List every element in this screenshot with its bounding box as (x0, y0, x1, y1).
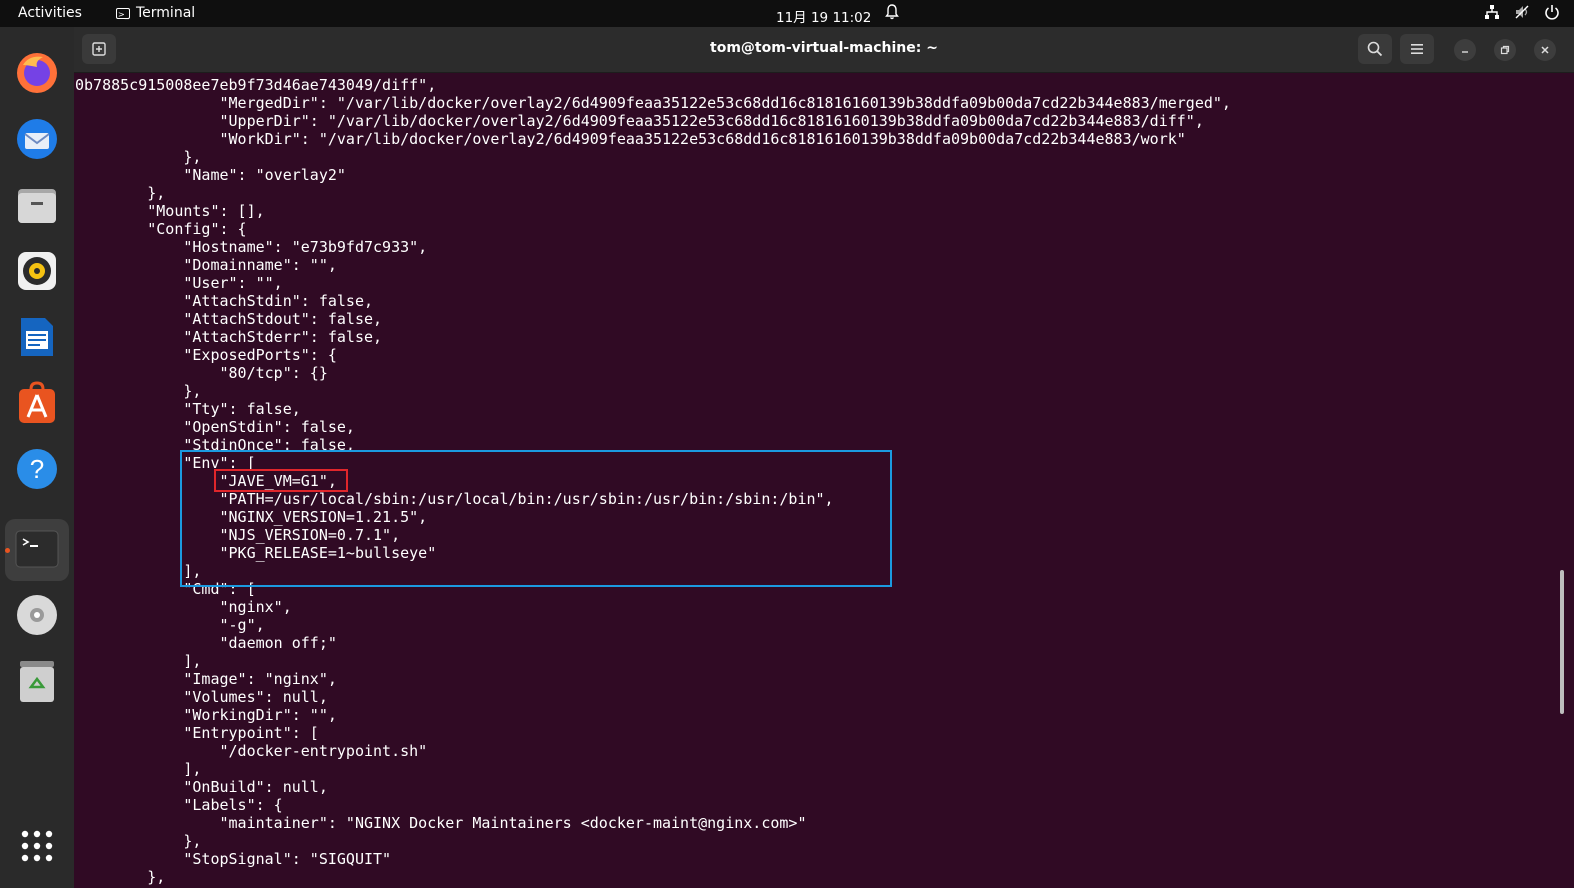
top-bar: Activities >_ Terminal 11月 19 11:02 (0, 0, 1574, 27)
software-icon[interactable] (15, 381, 59, 425)
terminal-line: ], (75, 760, 202, 778)
terminal-headerbar: tom@tom-virtual-machine: ~ (74, 27, 1574, 73)
app-menu-label: Terminal (136, 5, 196, 21)
restore-icon (1500, 45, 1510, 55)
terminal-line: "WorkingDir": "", (75, 706, 337, 724)
terminal-line: "Volumes": null, (75, 688, 328, 706)
close-icon (1541, 46, 1549, 54)
jave-vm-highlight-box (214, 469, 348, 492)
disc-icon[interactable] (15, 593, 59, 637)
window-title: tom@tom-virtual-machine: ~ (710, 40, 938, 56)
terminal-line: "daemon off;" (75, 634, 337, 652)
terminal-line: "OpenStdin": false, (75, 418, 355, 436)
terminal-line: 0b7885c915008ee7eb9f73d46ae743049/diff", (75, 76, 437, 94)
power-icon (1544, 4, 1560, 20)
terminal-line: "MergedDir": "/var/lib/docker/overlay2/6… (75, 94, 1231, 112)
terminal-app-icon: >_ (116, 7, 130, 19)
terminal-line: "AttachStderr": false, (75, 328, 383, 346)
activities-button[interactable]: Activities (18, 5, 82, 21)
terminal-line: "AttachStdout": false, (75, 310, 383, 328)
terminal-line: }, (75, 382, 202, 400)
hamburger-icon (1411, 44, 1423, 54)
terminal-line: "Hostname": "e73b9fd7c933", (75, 238, 428, 256)
terminal-line: "Domainname": "", (75, 256, 337, 274)
terminal-line: "OnBuild": null, (75, 778, 328, 796)
terminal-line: "Image": "nginx", (75, 670, 337, 688)
terminal-line: "WorkDir": "/var/lib/docker/overlay2/6d4… (75, 130, 1186, 148)
terminal-line: "-g", (75, 616, 265, 634)
terminal-line: }, (75, 832, 202, 850)
terminal-line: "/docker-entrypoint.sh" (75, 742, 428, 760)
terminal-line: }, (75, 184, 166, 202)
terminal-line: "nginx", (75, 598, 292, 616)
terminal-line: "ExposedPorts": { (75, 346, 337, 364)
terminal-line: "Tty": false, (75, 400, 301, 418)
notification-bell-icon[interactable] (885, 4, 899, 24)
terminal-line: "Labels": { (75, 796, 283, 814)
terminal-line: "Entrypoint": [ (75, 724, 319, 742)
writer-icon[interactable] (15, 315, 59, 359)
firefox-icon[interactable] (15, 51, 59, 95)
dock: ? (0, 27, 74, 888)
terminal-line: "80/tcp": {} (75, 364, 328, 382)
search-button[interactable] (1358, 34, 1392, 64)
terminal-line: "AttachStdin": false, (75, 292, 374, 310)
clock[interactable]: 11月 19 11:02 (776, 6, 871, 26)
restore-button[interactable] (1494, 39, 1516, 61)
terminal-line: "StopSignal": "SIGQUIT" (75, 850, 392, 868)
running-indicator (5, 548, 10, 553)
terminal-line: "maintainer": "NGINX Docker Maintainers … (75, 814, 807, 832)
terminal-scrollbar[interactable] (1560, 570, 1564, 714)
terminal-line: "Mounts": [], (75, 202, 265, 220)
volume-muted-icon (1514, 4, 1530, 20)
app-grid-icon[interactable] (15, 824, 59, 868)
minimize-button[interactable] (1454, 39, 1476, 61)
trash-icon[interactable] (15, 659, 59, 703)
rhythmbox-icon[interactable] (15, 249, 59, 293)
app-menu[interactable]: >_ Terminal (116, 5, 195, 21)
network-icon (1484, 4, 1500, 20)
thunderbird-icon[interactable] (15, 117, 59, 161)
files-icon[interactable] (15, 183, 59, 227)
terminal-line: ], (75, 652, 202, 670)
menu-button[interactable] (1400, 34, 1434, 64)
terminal-line: "UpperDir": "/var/lib/docker/overlay2/6d… (75, 112, 1204, 130)
terminal-line: "User": "", (75, 274, 283, 292)
terminal-icon[interactable] (15, 527, 59, 571)
terminal-line: }, (75, 148, 202, 166)
terminal-line: "Config": { (75, 220, 247, 238)
minimize-icon (1462, 51, 1468, 53)
svg-text:?: ? (30, 454, 44, 484)
close-button[interactable] (1534, 39, 1556, 61)
system-tray[interactable] (1484, 4, 1560, 20)
terminal-line: }, (75, 868, 166, 886)
search-icon (1367, 41, 1383, 57)
terminal-line: "Name": "overlay2" (75, 166, 346, 184)
help-icon[interactable]: ? (15, 447, 59, 491)
